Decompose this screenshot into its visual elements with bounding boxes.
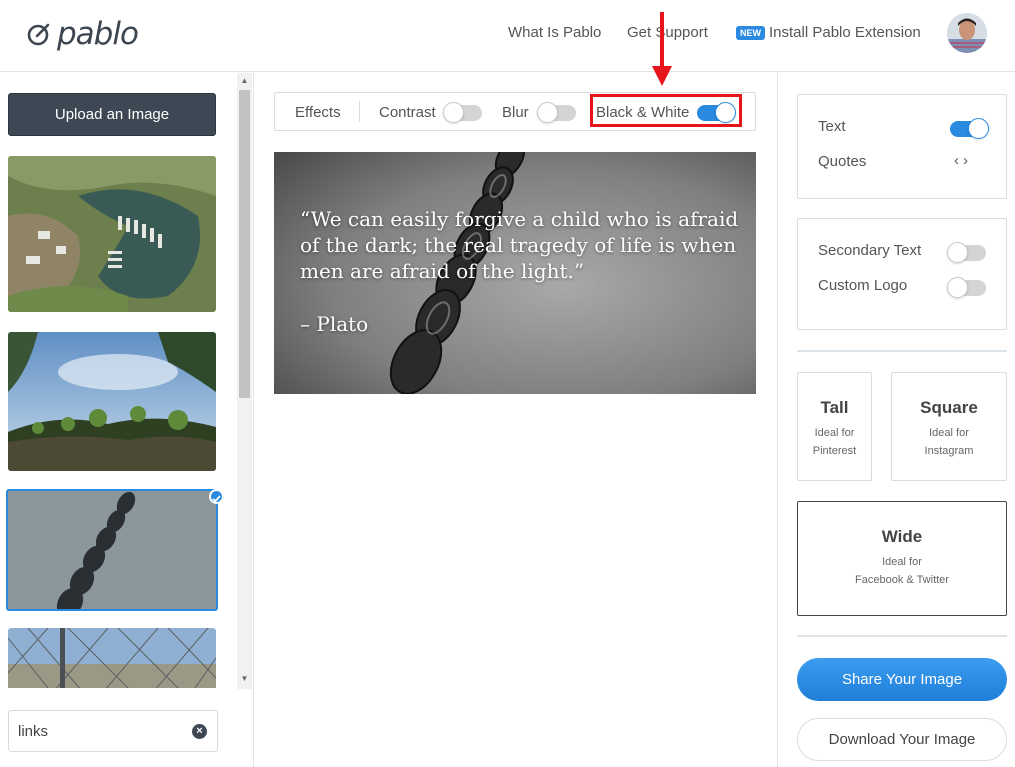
selected-check-icon — [209, 489, 224, 504]
text-toggle[interactable] — [950, 118, 989, 139]
secondary-text-label: Secondary Text — [818, 242, 922, 259]
size-square-desc: Ideal for Instagram — [924, 427, 974, 457]
top-header: pablo What Is Pablo Get Support NEW Inst… — [0, 0, 1015, 72]
quote-author[interactable]: – Plato — [300, 312, 368, 336]
scroll-thumb[interactable] — [239, 90, 250, 398]
image-canvas[interactable]: “We can easily forgive a child who is af… — [274, 152, 756, 394]
thumbnail-scrollbar[interactable]: ▲ ▼ — [237, 73, 252, 689]
size-square-card[interactable]: Square Ideal for Instagram — [891, 372, 1007, 481]
scroll-up-icon[interactable]: ▲ — [237, 76, 252, 88]
size-wide-desc: Ideal for Facebook & Twitter — [855, 556, 949, 586]
text-option-label: Text — [818, 118, 846, 135]
nav-install-extension[interactable]: NEW Install Pablo Extension — [736, 24, 921, 41]
image-sidebar: Upload an Image ▲ ▼ links × — [0, 73, 254, 767]
download-image-button[interactable]: Download Your Image — [797, 718, 1007, 761]
custom-logo-label: Custom Logo — [818, 277, 908, 294]
contrast-toggle[interactable] — [443, 102, 482, 123]
blur-label: Blur — [502, 104, 529, 121]
chain-image — [8, 491, 216, 609]
annotation-highlight-box — [590, 94, 742, 127]
custom-logo-toggle[interactable] — [947, 277, 986, 298]
contrast-label: Contrast — [379, 104, 436, 121]
quote-text[interactable]: “We can easily forgive a child who is af… — [300, 206, 740, 284]
user-avatar[interactable] — [947, 13, 987, 53]
image-search-box[interactable]: × — [8, 710, 218, 752]
quotes-option-label: Quotes — [818, 153, 867, 170]
clear-search-icon[interactable]: × — [192, 724, 207, 739]
section-divider — [797, 350, 1007, 352]
share-image-button[interactable]: Share Your Image — [797, 658, 1007, 701]
extras-options-card: Secondary Text Custom Logo — [797, 218, 1007, 330]
thumbnail-fence[interactable] — [8, 628, 216, 688]
blur-toggle[interactable] — [537, 102, 576, 123]
size-wide-title: Wide — [881, 527, 923, 546]
thumbnail-chain-selected[interactable] — [6, 489, 218, 611]
scroll-down-icon[interactable]: ▼ — [237, 674, 252, 686]
install-label: Install Pablo Extension — [769, 24, 921, 41]
size-tall-desc: Ideal for Pinterest — [812, 427, 857, 457]
image-search-input[interactable] — [18, 721, 178, 741]
text-options-card: Text Quotes ‹› — [797, 94, 1007, 199]
logo-text: pablo — [57, 16, 139, 52]
pablo-logo-icon — [27, 23, 50, 46]
size-tall-title: Tall — [820, 398, 849, 417]
toolbar-divider — [359, 101, 360, 122]
effects-label: Effects — [295, 104, 341, 121]
image-thumbnail-list — [0, 156, 236, 688]
thumbnail-marina[interactable] — [8, 156, 216, 312]
new-badge: NEW — [736, 25, 765, 40]
fence-image — [8, 628, 216, 688]
annotation-arrow-icon — [652, 12, 672, 86]
section-divider-2 — [797, 635, 1007, 637]
secondary-text-toggle[interactable] — [947, 242, 986, 263]
upload-image-button[interactable]: Upload an Image — [8, 93, 216, 136]
marina-image — [8, 156, 216, 312]
size-wide-card[interactable]: Wide Ideal for Facebook & Twitter — [797, 501, 1007, 616]
sky-plants-image — [8, 332, 216, 471]
nav-what-is-pablo[interactable]: What Is Pablo — [508, 24, 601, 41]
size-square-title: Square — [920, 398, 978, 417]
avatar-image — [947, 13, 987, 53]
quotes-nav-arrows-icon[interactable]: ‹› — [954, 152, 972, 169]
pablo-logo[interactable]: pablo — [27, 14, 139, 54]
options-sidebar: Text Quotes ‹› Secondary Text Custom Log… — [777, 73, 1015, 767]
size-tall-card[interactable]: Tall Ideal for Pinterest — [797, 372, 872, 481]
thumbnail-sky-plants[interactable] — [8, 332, 216, 471]
